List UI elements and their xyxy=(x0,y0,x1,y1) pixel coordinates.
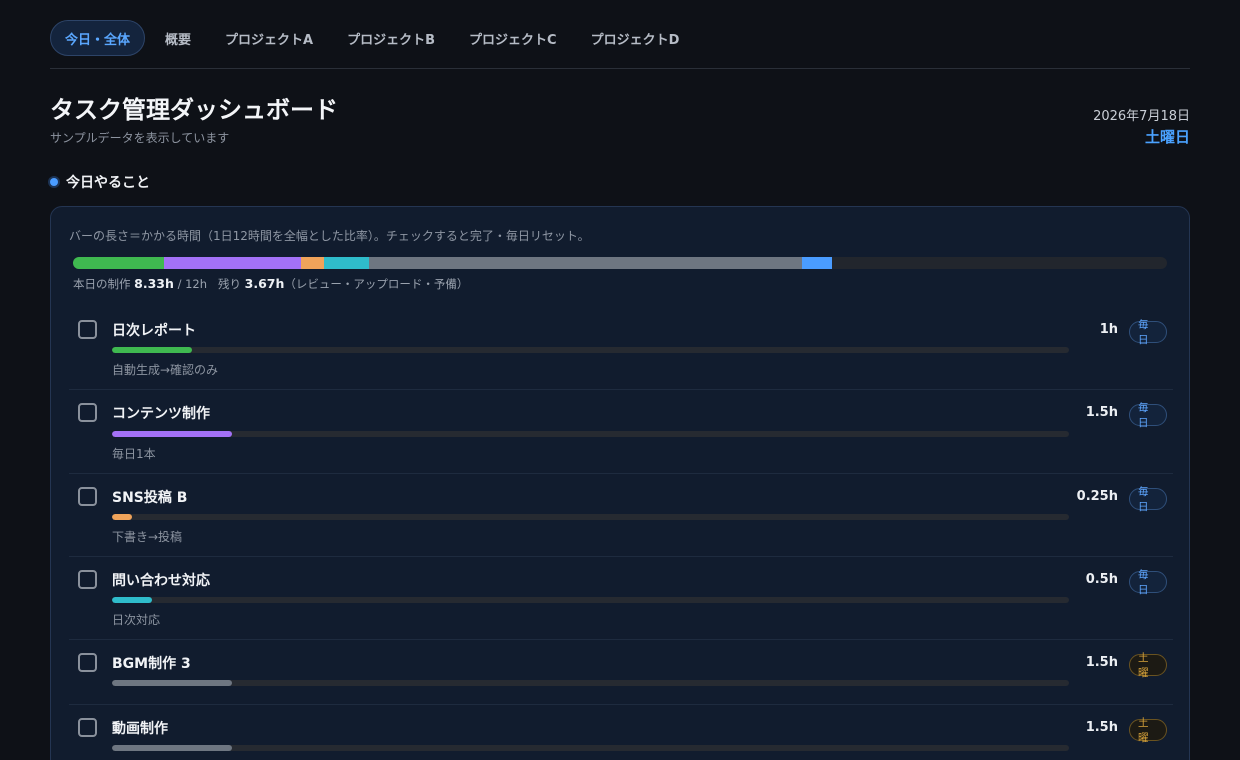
task-row: 日次レポート 自動生成→確認のみ 1h 毎日 xyxy=(69,307,1173,390)
time-summary: 本日の制作 8.33h / 12h 残り 3.67h（レビュー・アップロード・予… xyxy=(73,276,468,292)
task-hours: 0.5h xyxy=(1085,572,1118,587)
task-badge-daily: 毎日 xyxy=(1129,569,1167,596)
tab-project-c[interactable]: プロジェクトC xyxy=(455,20,571,56)
task-row: BGM制作 3 1.5h 土曜 xyxy=(69,640,1173,705)
task-badge-daily: 毎日 xyxy=(1129,402,1167,429)
task-description: 自動生成→確認のみ xyxy=(112,363,219,377)
tab-today-all[interactable]: 今日・全体 xyxy=(50,20,146,56)
task-badge-saturday: 土曜 xyxy=(1129,652,1167,679)
task-description: 下書き→投稿 xyxy=(112,530,183,544)
section-title: 今日やること xyxy=(66,175,150,191)
stack-segment xyxy=(164,257,301,269)
task-badge-daily: 毎日 xyxy=(1129,486,1167,513)
task-description: 毎日1本 xyxy=(112,447,156,461)
page-title: タスク管理ダッシュボード xyxy=(50,96,338,124)
task-hours: 1.5h xyxy=(1085,720,1118,735)
section-dot-icon xyxy=(50,178,58,186)
stack-segment xyxy=(369,257,803,269)
task-time-track xyxy=(112,347,1069,353)
task-description: 日次対応 xyxy=(112,613,161,627)
stack-segment xyxy=(802,257,833,269)
task-time-track xyxy=(112,597,1069,603)
task-row: 動画制作 1.5h 土曜 xyxy=(69,705,1173,760)
task-time-fill xyxy=(112,514,132,520)
tab-divider xyxy=(50,68,1190,69)
remain-label: 残り xyxy=(217,277,241,291)
task-hours: 1.5h xyxy=(1085,655,1118,670)
task-time-fill xyxy=(112,431,232,437)
stack-segment xyxy=(300,257,324,269)
stack-segment xyxy=(323,257,370,269)
current-weekday: 土曜日 xyxy=(1144,128,1190,146)
tab-overview[interactable]: 概要 xyxy=(151,20,205,56)
task-hours: 1.5h xyxy=(1085,405,1118,420)
task-time-fill xyxy=(112,347,192,353)
today-panel: バーの長さ＝かかる時間（1日12時間を全幅とした比率）。チェックすると完了・毎日… xyxy=(50,206,1190,760)
produce-value: 8.33h xyxy=(134,276,174,291)
task-list: 日次レポート 自動生成→確認のみ 1h 毎日 コンテンツ制作 毎日1本 1.5h… xyxy=(69,307,1173,760)
task-name: 動画制作 xyxy=(112,721,168,737)
task-name: コンテンツ制作 xyxy=(112,406,210,422)
task-time-track xyxy=(112,514,1069,520)
tab-project-a[interactable]: プロジェクトA xyxy=(211,20,327,56)
task-name: BGM制作 3 xyxy=(112,656,191,672)
task-time-fill xyxy=(112,745,232,751)
task-name: 日次レポート xyxy=(112,323,196,339)
task-checkbox[interactable] xyxy=(78,320,97,339)
task-checkbox[interactable] xyxy=(78,653,97,672)
task-checkbox[interactable] xyxy=(78,403,97,422)
stack-segment xyxy=(73,257,165,269)
tab-project-d[interactable]: プロジェクトD xyxy=(577,20,694,56)
task-row: 問い合わせ対応 日次対応 0.5h 毎日 xyxy=(69,557,1173,640)
tab-bar: 今日・全体 概要 プロジェクトA プロジェクトB プロジェクトC プロジェクトD xyxy=(50,20,699,56)
task-row: コンテンツ制作 毎日1本 1.5h 毎日 xyxy=(69,390,1173,474)
task-time-track xyxy=(112,431,1069,437)
task-name: 問い合わせ対応 xyxy=(112,573,210,589)
task-hours: 0.25h xyxy=(1076,489,1118,504)
daily-time-stacked-bar xyxy=(73,257,1167,269)
task-row: SNS投稿 B 下書き→投稿 0.25h 毎日 xyxy=(69,474,1173,557)
task-checkbox[interactable] xyxy=(78,570,97,589)
remain-value: 3.67h xyxy=(244,276,285,291)
dashboard: 今日・全体 概要 プロジェクトA プロジェクトB プロジェクトC プロジェクトD… xyxy=(50,0,1190,760)
remain-note: （レビュー・アップロード・予備） xyxy=(284,277,469,291)
task-hours: 1h xyxy=(1099,322,1118,337)
task-time-track xyxy=(112,745,1069,751)
task-badge-saturday: 土曜 xyxy=(1129,717,1167,744)
produce-label: 本日の制作 xyxy=(73,277,131,291)
task-time-fill xyxy=(112,680,232,686)
panel-note: バーの長さ＝かかる時間（1日12時間を全幅とした比率）。チェックすると完了・毎日… xyxy=(69,229,590,243)
page-subtitle: サンプルデータを表示しています xyxy=(50,131,230,145)
task-badge-daily: 毎日 xyxy=(1129,319,1167,346)
task-checkbox[interactable] xyxy=(78,487,97,506)
tab-project-b[interactable]: プロジェクトB xyxy=(333,20,449,56)
task-time-fill xyxy=(112,597,152,603)
current-date: 2026年7月18日 xyxy=(1093,109,1190,124)
task-time-track xyxy=(112,680,1069,686)
task-checkbox[interactable] xyxy=(78,718,97,737)
total-hours: / 12h xyxy=(177,277,208,291)
task-name: SNS投稿 B xyxy=(112,490,188,506)
